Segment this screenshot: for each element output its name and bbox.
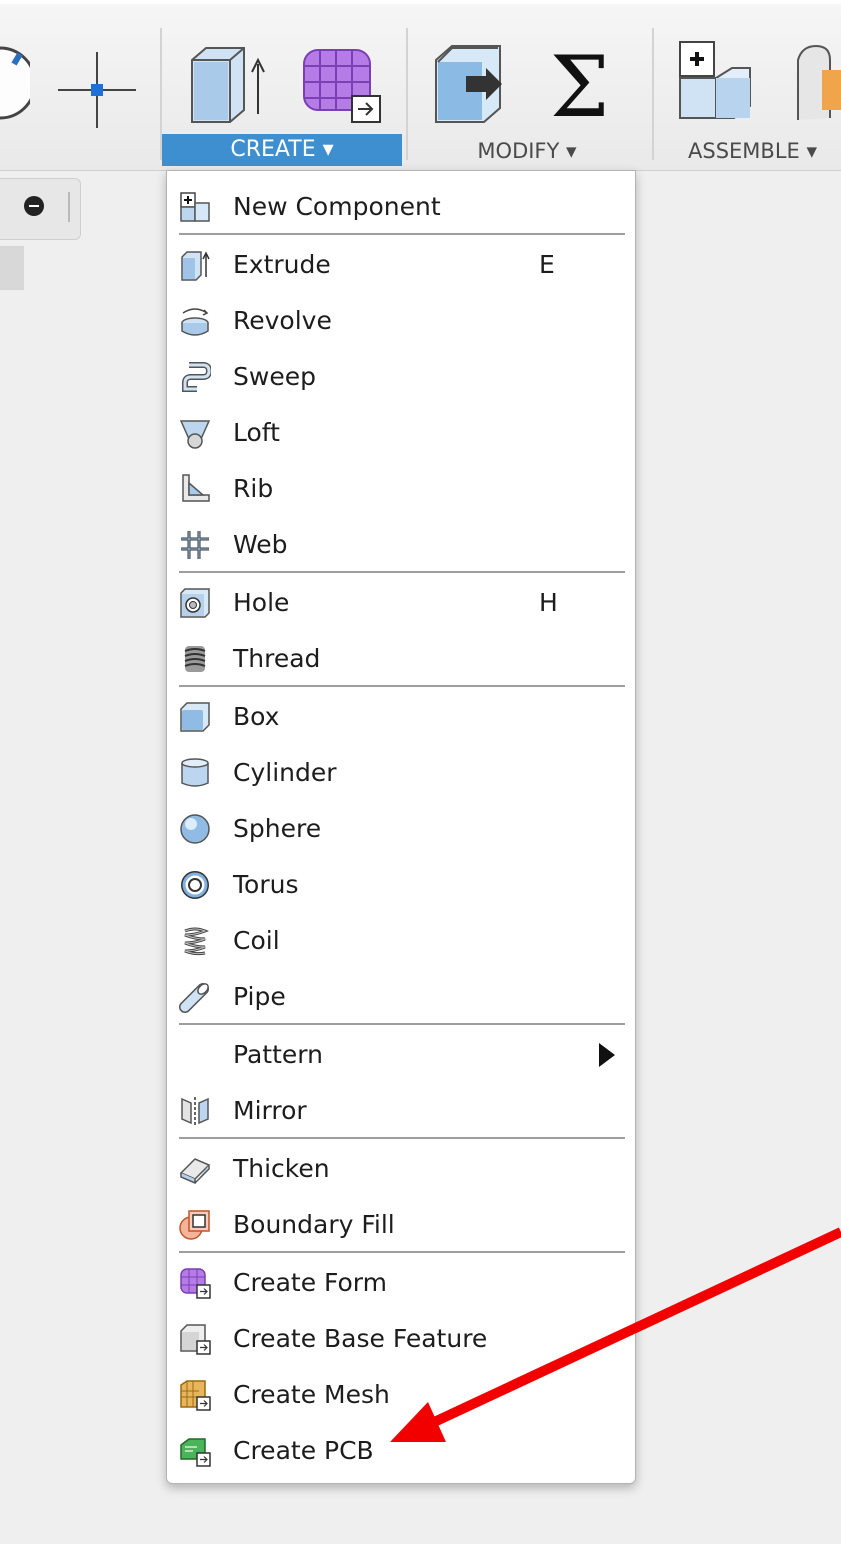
annotation-arrow [390,1227,841,1442]
